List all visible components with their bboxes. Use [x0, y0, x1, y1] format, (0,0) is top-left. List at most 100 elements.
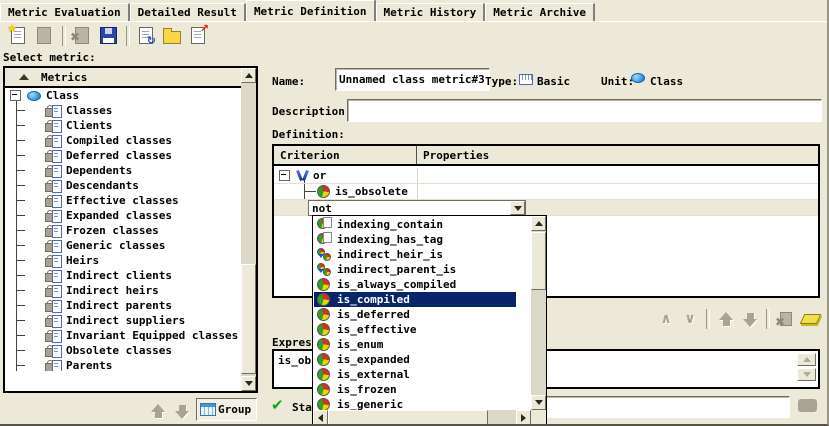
criterion-row-is-obsolete[interactable]: is_obsolete	[274, 184, 818, 200]
tree-item[interactable]: Indirect heirs	[5, 283, 241, 298]
open-folder-icon	[163, 31, 181, 44]
metric-tool-panel: Metric Evaluation Detailed Result Metric…	[0, 0, 829, 426]
scrollbar-thumb[interactable]	[328, 410, 488, 425]
locked-metric-icon	[45, 225, 63, 237]
new-metric-button[interactable]: ★	[6, 25, 30, 47]
tree-item[interactable]: Dependents	[5, 163, 241, 178]
scrollbar-corner	[531, 410, 546, 425]
description-input[interactable]	[347, 99, 822, 122]
dropdown-item-label: is_always_compiled	[337, 278, 456, 291]
tree-item-label: Expanded classes	[66, 209, 172, 222]
collapse-icon[interactable]	[10, 90, 21, 101]
tree-item[interactable]: Deferred classes	[5, 148, 241, 163]
criterion-dropdown-list: indexing_contain indexing_has_tag indire…	[312, 215, 547, 426]
properties-column-header[interactable]: Properties	[417, 146, 489, 164]
dropdown-item[interactable]: is_expanded	[314, 352, 516, 367]
criterion-edit-combobox[interactable]: not	[308, 200, 526, 216]
locked-metric-icon	[45, 300, 63, 312]
definition-table-header: Criterion Properties	[274, 146, 818, 166]
separator	[706, 309, 710, 329]
dropdown-item[interactable]: indirect_parent_is	[314, 262, 516, 277]
dropdown-item-selected[interactable]: is_compiled	[314, 292, 516, 307]
dropdown-item-label: indirect_heir_is	[337, 248, 443, 261]
tree-item[interactable]: Obsolete classes	[5, 343, 241, 358]
dropdown-item[interactable]: is_deferred	[314, 307, 516, 322]
indexing-criterion-icon	[317, 218, 331, 231]
tree-item[interactable]: Frozen classes	[5, 223, 241, 238]
locked-metric-icon	[45, 120, 63, 132]
scrollbar-thumb[interactable]	[241, 264, 256, 374]
metric-name-input[interactable]: Unnamed class metric#3	[335, 68, 490, 91]
tree-item-class-root[interactable]: Class	[5, 88, 241, 103]
tree-item[interactable]: Compiled classes	[5, 133, 241, 148]
and-criterion-button: ∧	[654, 308, 678, 330]
dropdown-item-label: is_effective	[337, 323, 416, 336]
tree-item[interactable]: Parents	[5, 358, 241, 371]
scrollbar-thumb[interactable]	[531, 232, 546, 290]
tab-detailed-result[interactable]: Detailed Result	[130, 3, 246, 21]
dropdown-item[interactable]: is_always_compiled	[314, 277, 516, 292]
group-button-label: Group	[218, 403, 251, 416]
class-unit-icon	[631, 73, 645, 83]
tree-item[interactable]: Descendants	[5, 178, 241, 193]
criterion-column-header[interactable]: Criterion	[274, 146, 417, 164]
tree-item[interactable]: Indirect parents	[5, 298, 241, 313]
triangle-up-icon	[535, 217, 543, 226]
combo-dropdown-button[interactable]	[510, 201, 525, 215]
dropdown-item[interactable]: is_generic	[314, 397, 516, 411]
tree-vertical-scrollbar[interactable]	[241, 68, 256, 391]
tree-item[interactable]: Expanded classes	[5, 208, 241, 223]
criterion-row-or[interactable]: or	[274, 168, 818, 184]
boolean-criterion-icon	[317, 383, 331, 396]
duplicate-metric-button	[32, 25, 56, 47]
dropdown-horizontal-scrollbar[interactable]	[313, 410, 531, 425]
reload-icon: ↻	[139, 27, 153, 44]
tree-item[interactable]: Indirect clients	[5, 268, 241, 283]
select-metric-label: Select metric:	[3, 51, 96, 64]
triangle-up-icon	[803, 353, 811, 362]
dropdown-vertical-scrollbar[interactable]	[531, 216, 546, 410]
dropdown-item[interactable]: is_external	[314, 367, 516, 382]
tree-item[interactable]: Invariant Equipped classes	[5, 328, 241, 343]
group-icon	[200, 403, 216, 416]
move-metric-up-button	[146, 400, 170, 422]
tree-item[interactable]: Indirect suppliers	[5, 313, 241, 328]
unit-value: Class	[650, 75, 683, 88]
locked-metric-icon	[45, 285, 63, 297]
dropdown-item[interactable]: is_enum	[314, 337, 516, 352]
tree-item[interactable]: Classes	[5, 103, 241, 118]
reload-metrics-button[interactable]: ↻	[134, 25, 158, 47]
open-metric-file-button[interactable]	[160, 25, 184, 47]
criterion-row-not[interactable]: not	[274, 200, 818, 216]
criterion-label: or	[313, 169, 326, 182]
metric-tree-header[interactable]: Metrics	[5, 68, 241, 88]
tree-item[interactable]: Effective classes	[5, 193, 241, 208]
dropdown-item[interactable]: is_effective	[314, 322, 516, 337]
scroll-right-button[interactable]	[516, 410, 531, 425]
dropdown-item[interactable]: indexing_contain	[314, 217, 516, 232]
export-metrics-button[interactable]: ↗	[186, 25, 210, 47]
collapse-icon[interactable]	[279, 170, 290, 181]
dropdown-item[interactable]: indirect_heir_is	[314, 247, 516, 262]
locked-metric-icon	[45, 270, 63, 282]
scroll-down-button[interactable]	[531, 395, 546, 410]
dropdown-item[interactable]: is_frozen	[314, 382, 516, 397]
tab-metric-evaluation[interactable]: Metric Evaluation	[0, 3, 130, 21]
scroll-up-button[interactable]	[531, 216, 546, 231]
tab-metric-archive[interactable]: Metric Archive	[485, 3, 595, 21]
scroll-up-button[interactable]	[241, 68, 256, 83]
scroll-down-button[interactable]	[241, 376, 256, 391]
clear-definition-button[interactable]	[798, 308, 822, 330]
group-toggle-button[interactable]: Group	[196, 398, 257, 421]
tree-item[interactable]: Clients	[5, 118, 241, 133]
relation-criterion-icon	[317, 248, 331, 261]
tree-item[interactable]: Heirs	[5, 253, 241, 268]
tab-metric-history[interactable]: Metric History	[376, 3, 486, 21]
save-metric-button[interactable]	[96, 25, 120, 47]
scroll-left-button[interactable]	[313, 410, 328, 425]
tree-item-label: Frozen classes	[66, 224, 159, 237]
dropdown-item[interactable]: indexing_has_tag	[314, 232, 516, 247]
tree-item-label: Class	[46, 89, 79, 102]
tab-metric-definition[interactable]: Metric Definition	[246, 0, 376, 21]
tree-item[interactable]: Generic classes	[5, 238, 241, 253]
